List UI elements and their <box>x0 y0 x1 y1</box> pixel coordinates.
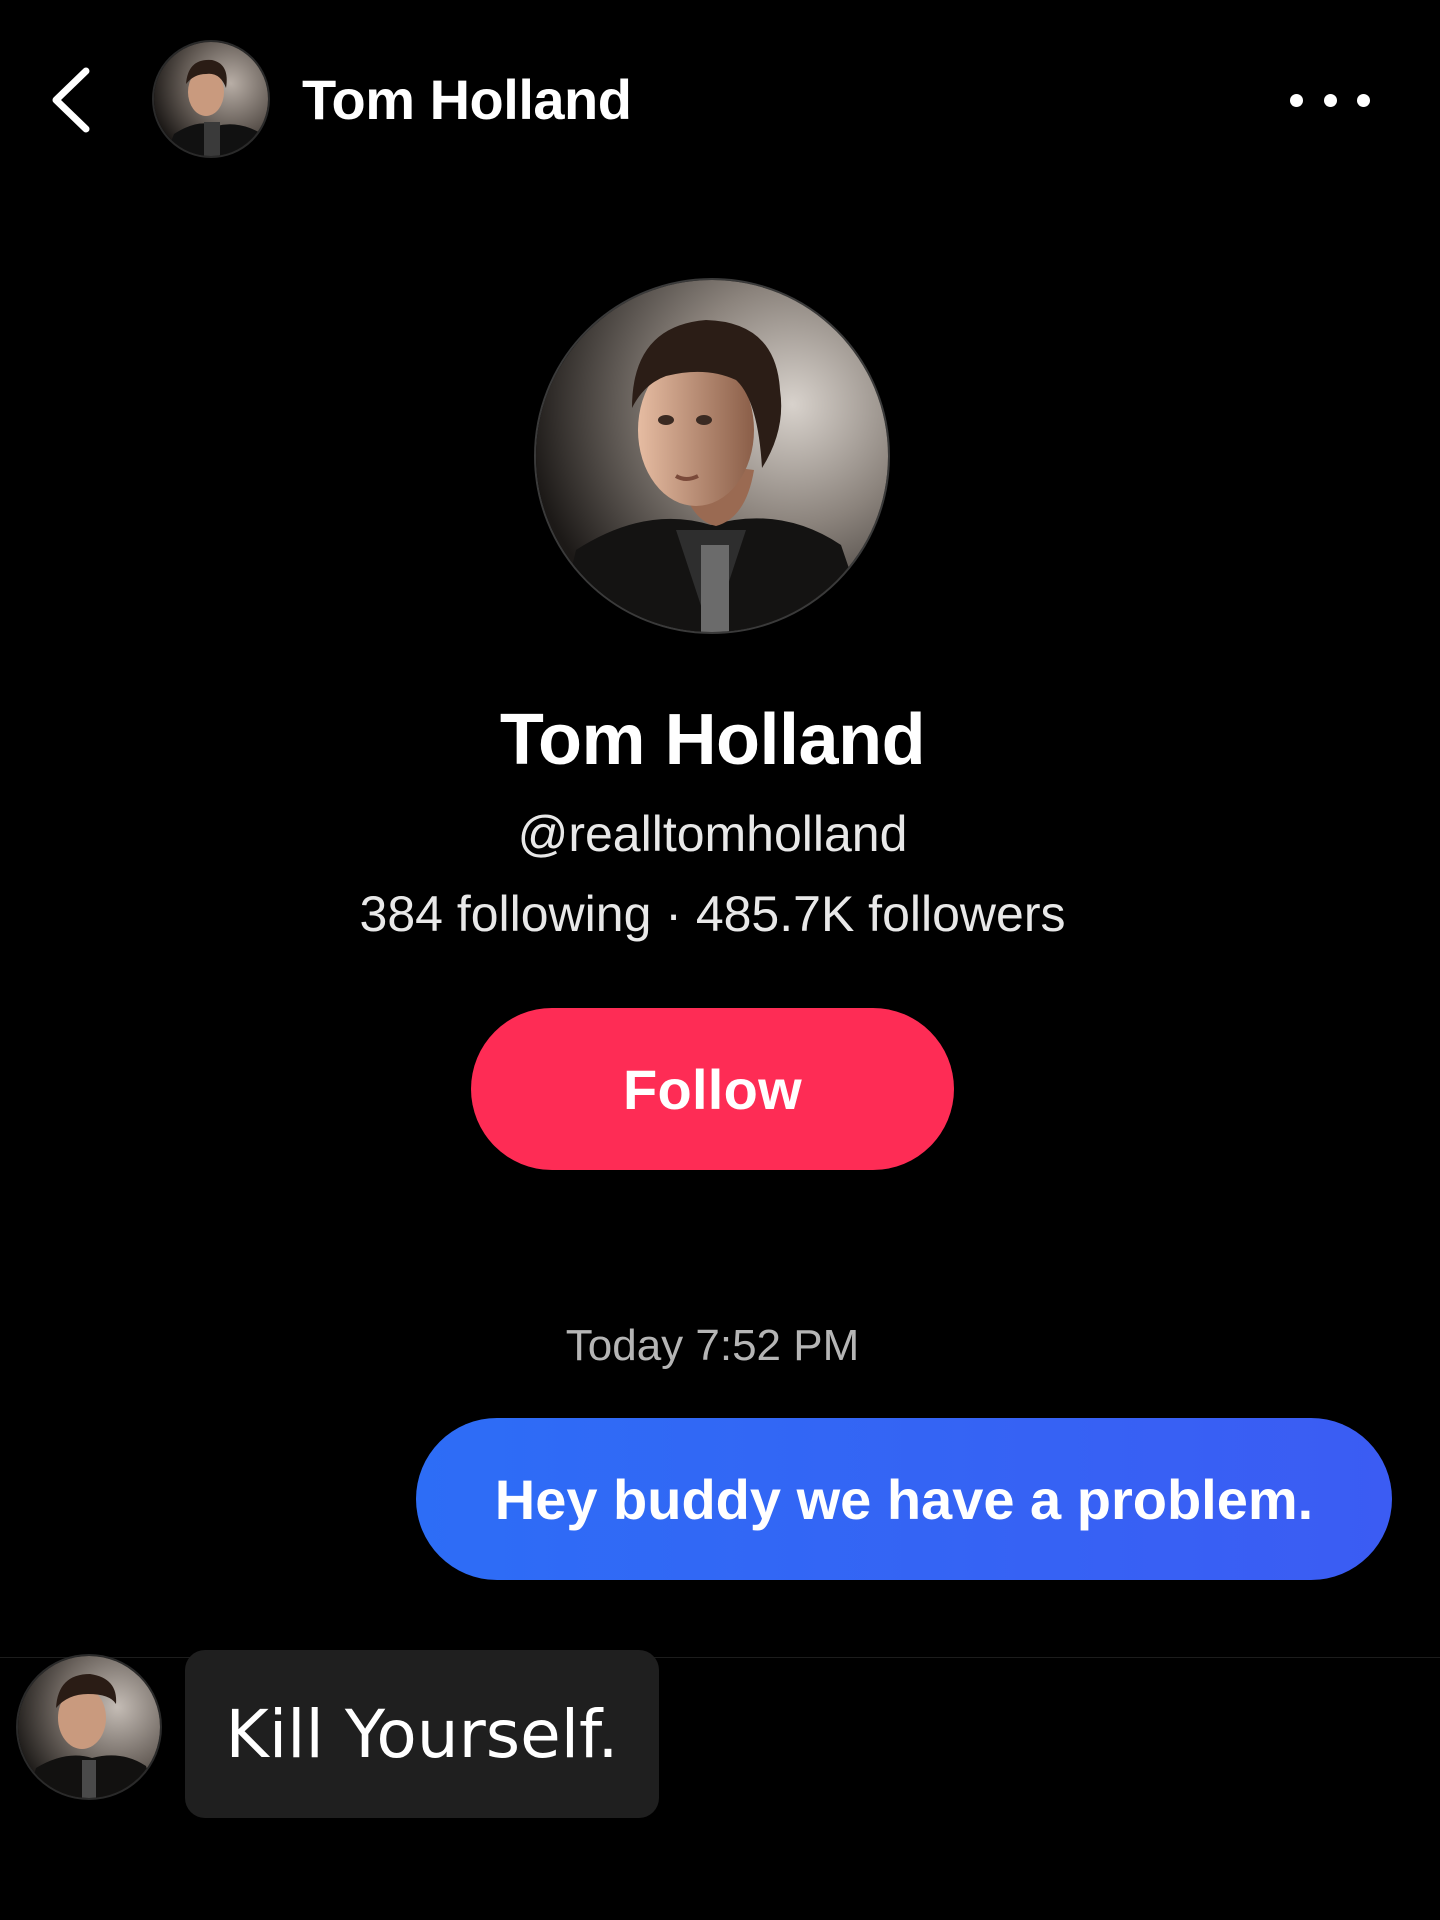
received-message-bubble[interactable]: Kill Yourself. <box>185 1650 659 1818</box>
avatar-photo <box>154 42 268 156</box>
received-message-text: Kill Yourself. <box>225 1695 619 1773</box>
more-horizontal-icon <box>1290 93 1303 107</box>
profile-handle: @realltomholland <box>517 806 908 862</box>
sent-message-bubble[interactable]: Hey buddy we have a problem. <box>416 1418 1392 1580</box>
back-button[interactable] <box>40 60 100 140</box>
profile-name: Tom Holland <box>499 700 926 780</box>
chat-header: Tom Holland <box>0 0 1440 200</box>
profile-avatar[interactable] <box>534 278 890 634</box>
chevron-left-icon <box>52 67 90 133</box>
header-avatar[interactable] <box>152 40 270 158</box>
follow-button[interactable]: Follow <box>471 1008 954 1170</box>
avatar-photo <box>536 280 888 632</box>
sent-message-text: Hey buddy we have a problem. <box>494 1467 1314 1531</box>
more-options-button[interactable] <box>1290 80 1370 120</box>
received-message-avatar[interactable] <box>16 1654 162 1800</box>
message-timestamp: Today 7:52 PM <box>565 1321 860 1370</box>
profile-stats[interactable]: 384 following · 485.7K followers <box>0 884 1425 944</box>
avatar-photo <box>18 1656 160 1798</box>
header-title: Tom Holland <box>302 68 632 131</box>
